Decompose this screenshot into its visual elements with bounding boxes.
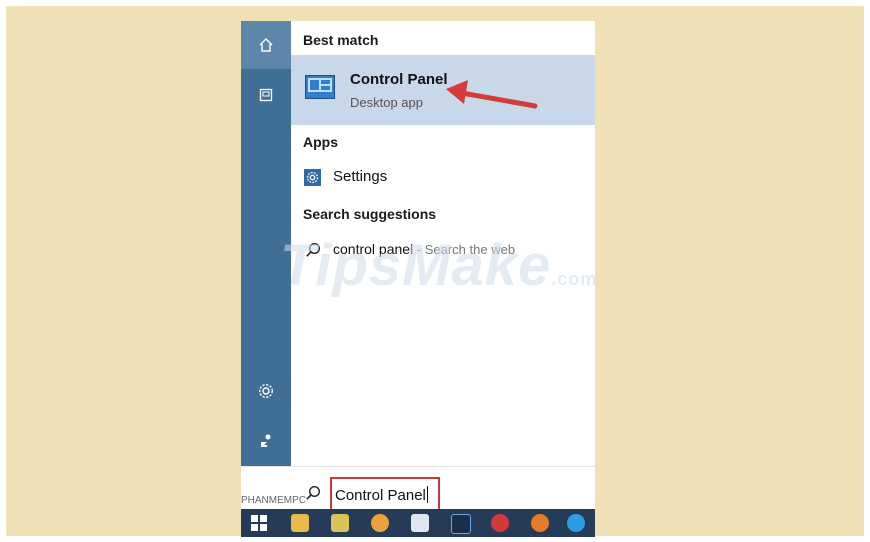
red-arrow-annotation [446, 80, 538, 109]
